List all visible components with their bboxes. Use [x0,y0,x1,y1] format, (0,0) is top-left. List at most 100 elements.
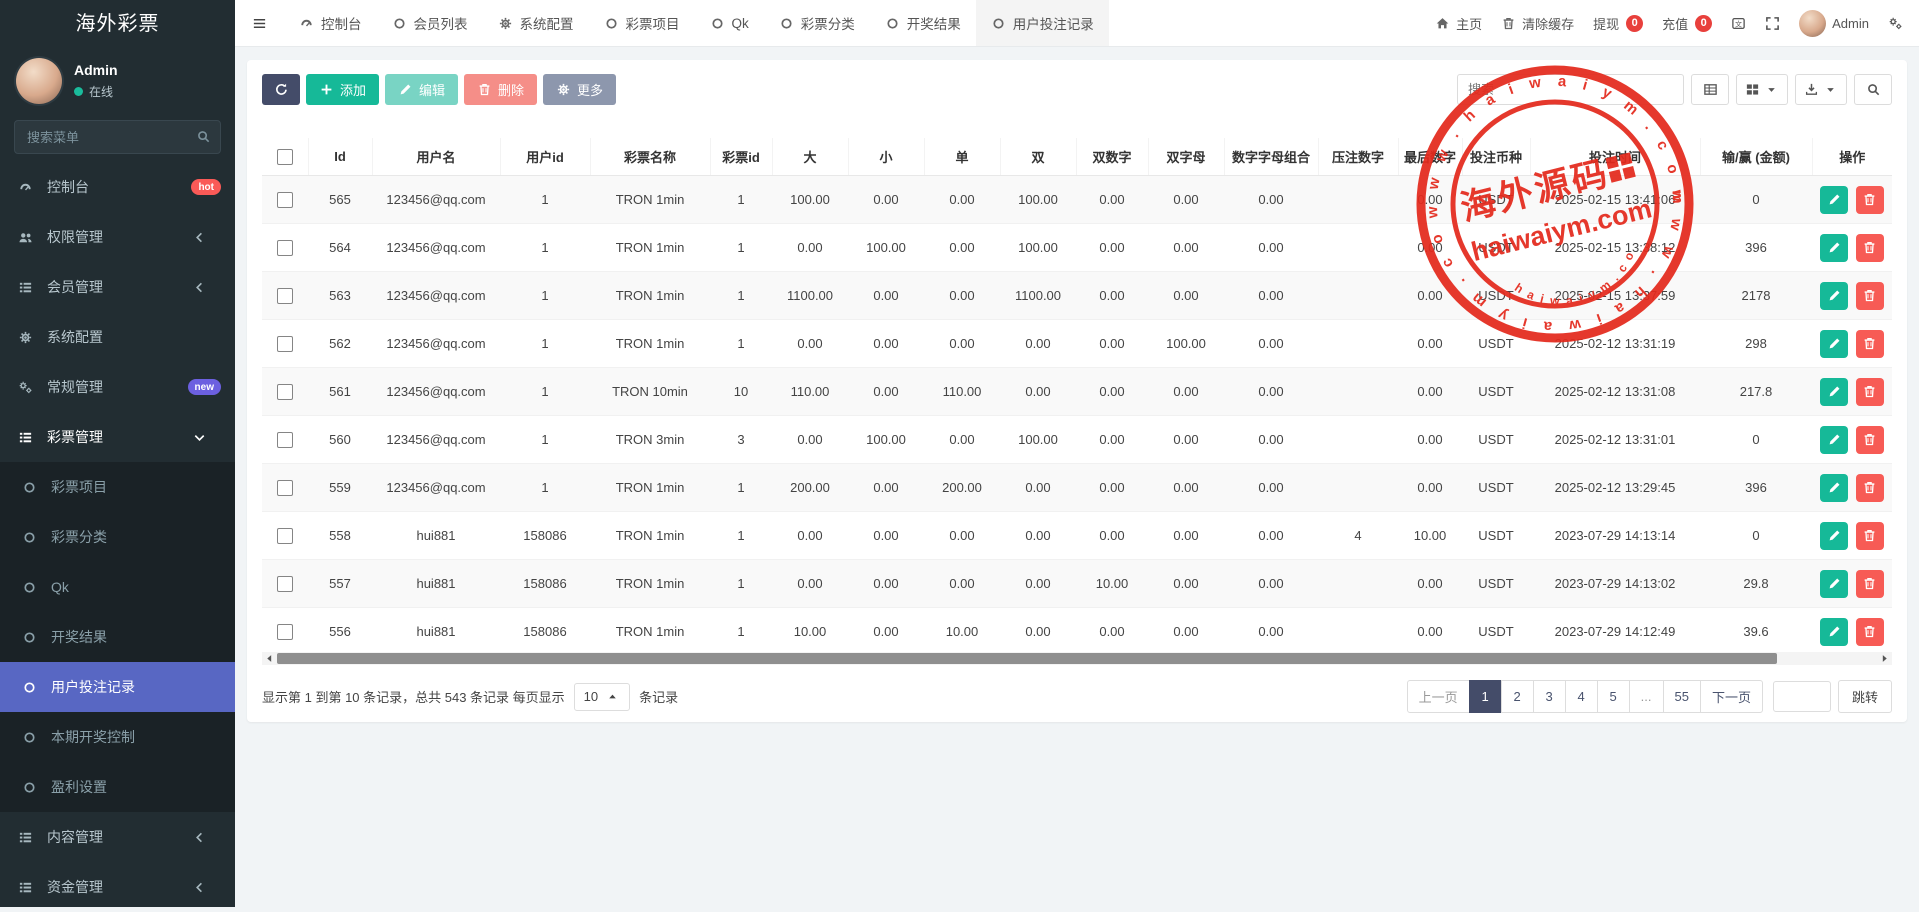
sidebar-subitem-3[interactable]: 开奖结果 [0,612,235,662]
page-button-3[interactable]: 3 [1533,680,1566,713]
sidebar-item-3[interactable]: 系统配置 [0,312,235,362]
page-button-2[interactable]: 2 [1501,680,1534,713]
row-edit-button[interactable] [1820,234,1848,262]
nav-tab-2[interactable]: 系统配置 [483,0,589,46]
page-size-select[interactable]: 10 [574,683,630,711]
row-edit-button[interactable] [1820,474,1848,502]
sidebar-subitem-2[interactable]: Qk [0,562,235,612]
page-button-...[interactable]: ... [1629,680,1664,713]
column-header[interactable]: 操作 [1812,138,1892,176]
toggle-view-button[interactable] [1691,74,1729,105]
table-search-input[interactable] [1457,74,1684,105]
nav-tab-4[interactable]: Qk [695,0,764,46]
column-header[interactable]: 数字字母组合 [1224,138,1318,176]
fullscreen-icon[interactable] [1765,16,1780,31]
jump-page-input[interactable] [1773,681,1831,712]
sidebar-item-4[interactable]: 常规管理new [0,362,235,412]
row-checkbox[interactable] [277,624,293,640]
sidebar-subitem-5[interactable]: 本期开奖控制 [0,712,235,762]
sidebar-item-2[interactable]: 会员管理 [0,262,235,312]
row-checkbox[interactable] [277,528,293,544]
row-delete-button[interactable] [1856,330,1884,358]
sidebar-subitem-0[interactable]: 彩票项目 [0,462,235,512]
row-edit-button[interactable] [1820,426,1848,454]
row-delete-button[interactable] [1856,522,1884,550]
page-button-5[interactable]: 5 [1597,680,1630,713]
row-delete-button[interactable] [1856,618,1884,646]
page-button-4[interactable]: 4 [1565,680,1598,713]
column-header[interactable]: 双字母 [1148,138,1224,176]
nav-tab-5[interactable]: 彩票分类 [764,0,870,46]
page-button-1[interactable]: 1 [1469,680,1502,713]
row-edit-button[interactable] [1820,186,1848,214]
row-delete-button[interactable] [1856,234,1884,262]
nav-tab-0[interactable]: 控制台 [284,0,377,46]
column-header[interactable]: 投注时间 [1530,138,1700,176]
column-header[interactable]: 双 [1000,138,1076,176]
nav-tab-3[interactable]: 彩票项目 [589,0,695,46]
scroll-right-icon[interactable] [1877,652,1892,665]
export-button[interactable] [1795,74,1847,105]
next-page-button[interactable]: 下一页 [1700,680,1763,713]
column-header[interactable]: 用户名 [372,138,500,176]
column-header[interactable]: 小 [848,138,924,176]
row-edit-button[interactable] [1820,378,1848,406]
sidebar-item-6[interactable]: 内容管理 [0,812,235,862]
column-header[interactable]: 彩票名称 [590,138,710,176]
row-checkbox[interactable] [277,336,293,352]
column-header[interactable]: 输/赢 (金额) [1700,138,1812,176]
row-checkbox[interactable] [277,480,293,496]
row-checkbox[interactable] [277,432,293,448]
row-edit-button[interactable] [1820,522,1848,550]
row-delete-button[interactable] [1856,474,1884,502]
column-header[interactable]: 彩票id [710,138,772,176]
column-header[interactable]: 压注数字 [1318,138,1398,176]
row-edit-button[interactable] [1820,570,1848,598]
more-button[interactable]: 更多 [543,74,616,105]
sidebar-item-1[interactable]: 权限管理 [0,212,235,262]
sidebar-item-0[interactable]: 控制台hot [0,162,235,212]
column-header[interactable]: 双数字 [1076,138,1148,176]
select-all-checkbox[interactable] [277,149,293,165]
sidebar-search-input[interactable] [14,120,221,154]
row-delete-button[interactable] [1856,426,1884,454]
clear-cache-link[interactable]: 清除缓存 [1501,14,1574,33]
column-header[interactable]: 最后数字 [1398,138,1462,176]
row-checkbox[interactable] [277,240,293,256]
column-header[interactable]: 单 [924,138,1000,176]
column-header[interactable]: 用户id [500,138,590,176]
refresh-button[interactable] [262,74,300,105]
edit-button[interactable]: 编辑 [385,74,458,105]
row-delete-button[interactable] [1856,282,1884,310]
recharge-link[interactable]: 充值 0 [1662,14,1712,33]
row-delete-button[interactable] [1856,378,1884,406]
menu-toggle-icon[interactable] [235,16,284,31]
horizontal-scrollbar[interactable] [262,652,1892,665]
scrollbar-thumb[interactable] [277,653,1777,664]
home-link[interactable]: 主页 [1435,14,1482,33]
columns-button[interactable] [1736,74,1788,105]
row-checkbox[interactable] [277,288,293,304]
sidebar-item-5[interactable]: 彩票管理 [0,412,235,462]
column-header[interactable]: 投注币种 [1462,138,1530,176]
row-checkbox[interactable] [277,576,293,592]
row-delete-button[interactable] [1856,570,1884,598]
prev-page-button[interactable]: 上一页 [1407,680,1470,713]
avatar[interactable] [16,58,62,104]
add-button[interactable]: 添加 [306,74,379,105]
sidebar-subitem-1[interactable]: 彩票分类 [0,512,235,562]
page-button-55[interactable]: 55 [1663,680,1701,713]
search-button[interactable] [1854,74,1892,105]
settings-icon[interactable] [1888,16,1903,31]
nav-tab-6[interactable]: 开奖结果 [870,0,976,46]
language-icon[interactable]: 文 [1731,16,1746,31]
admin-menu[interactable]: Admin [1799,10,1869,37]
nav-tab-7[interactable]: 用户投注记录 [976,0,1109,46]
jump-button[interactable]: 跳转 [1838,680,1892,713]
row-edit-button[interactable] [1820,282,1848,310]
column-header[interactable]: Id [308,138,372,176]
row-edit-button[interactable] [1820,618,1848,646]
scroll-left-icon[interactable] [262,652,277,665]
row-checkbox[interactable] [277,192,293,208]
sidebar-subitem-4[interactable]: 用户投注记录 [0,662,235,712]
